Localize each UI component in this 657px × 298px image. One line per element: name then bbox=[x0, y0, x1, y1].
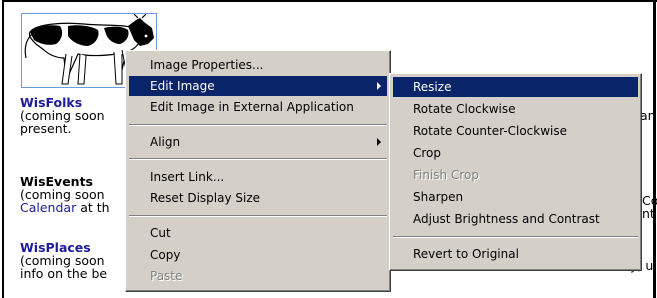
image-context-menu: Image Properties... Edit Image Edit Imag… bbox=[125, 50, 391, 292]
menu-separator bbox=[393, 236, 638, 238]
section-wisplaces: WisPlaces (coming soon info on the be bbox=[20, 241, 107, 280]
submenu-item-adjust-brightness-contrast[interactable]: Adjust Brightness and Contrast bbox=[393, 209, 638, 229]
submenu-item-crop[interactable]: Crop bbox=[393, 143, 638, 163]
frame-border-left bbox=[2, 0, 4, 298]
menu-item-copy[interactable]: Copy bbox=[129, 245, 387, 265]
menu-item-label: Align bbox=[150, 135, 181, 149]
frame-border-right bbox=[653, 0, 656, 298]
menu-item-cut[interactable]: Cut bbox=[129, 223, 387, 243]
menu-item-edit-external[interactable]: Edit Image in External Application bbox=[129, 97, 387, 117]
section-wisfolks: WisFolks (coming soon present. bbox=[20, 96, 105, 135]
menu-item-paste: Paste bbox=[150, 269, 183, 283]
menu-separator bbox=[129, 215, 387, 217]
menu-item-reset-display-size[interactable]: Reset Display Size bbox=[129, 188, 387, 208]
submenu-item-rotate-counter-clockwise[interactable]: Rotate Counter-Clockwise bbox=[393, 121, 638, 141]
submenu-arrow-icon bbox=[377, 82, 381, 90]
menu-item-image-properties[interactable]: Image Properties... bbox=[129, 55, 387, 75]
menu-item-edit-image[interactable]: Edit Image bbox=[129, 76, 387, 96]
menu-item-align[interactable]: Align bbox=[129, 132, 387, 152]
menu-item-label: Edit Image bbox=[150, 79, 215, 93]
menu-separator bbox=[129, 158, 387, 160]
submenu-item-resize[interactable]: Resize bbox=[393, 77, 638, 97]
section-line: info on the be bbox=[20, 266, 108, 281]
submenu-item-finish-crop: Finish Crop bbox=[413, 168, 479, 182]
section-line: Calendar at th bbox=[20, 201, 110, 214]
submenu-item-sharpen[interactable]: Sharpen bbox=[393, 187, 638, 207]
submenu-arrow-icon bbox=[377, 138, 381, 146]
menu-item-insert-link[interactable]: Insert Link... bbox=[129, 167, 387, 187]
section-wisevents: WisEvents (coming soon Calendar at th bbox=[20, 175, 110, 214]
frame-border-top bbox=[2, 0, 657, 2]
menu-separator bbox=[129, 124, 387, 126]
section-line: present. bbox=[20, 121, 72, 136]
edit-image-submenu: Resize Rotate Clockwise Rotate Counter-C… bbox=[389, 73, 642, 271]
section-line-right-fragment: nt bbox=[642, 206, 655, 221]
submenu-item-revert-to-original[interactable]: Revert to Original bbox=[393, 244, 638, 264]
submenu-item-rotate-clockwise[interactable]: Rotate Clockwise bbox=[393, 99, 638, 119]
section-text: at th bbox=[76, 200, 110, 215]
calendar-link[interactable]: Calendar bbox=[20, 200, 76, 215]
section-line-right-fragment: an bbox=[640, 108, 656, 123]
